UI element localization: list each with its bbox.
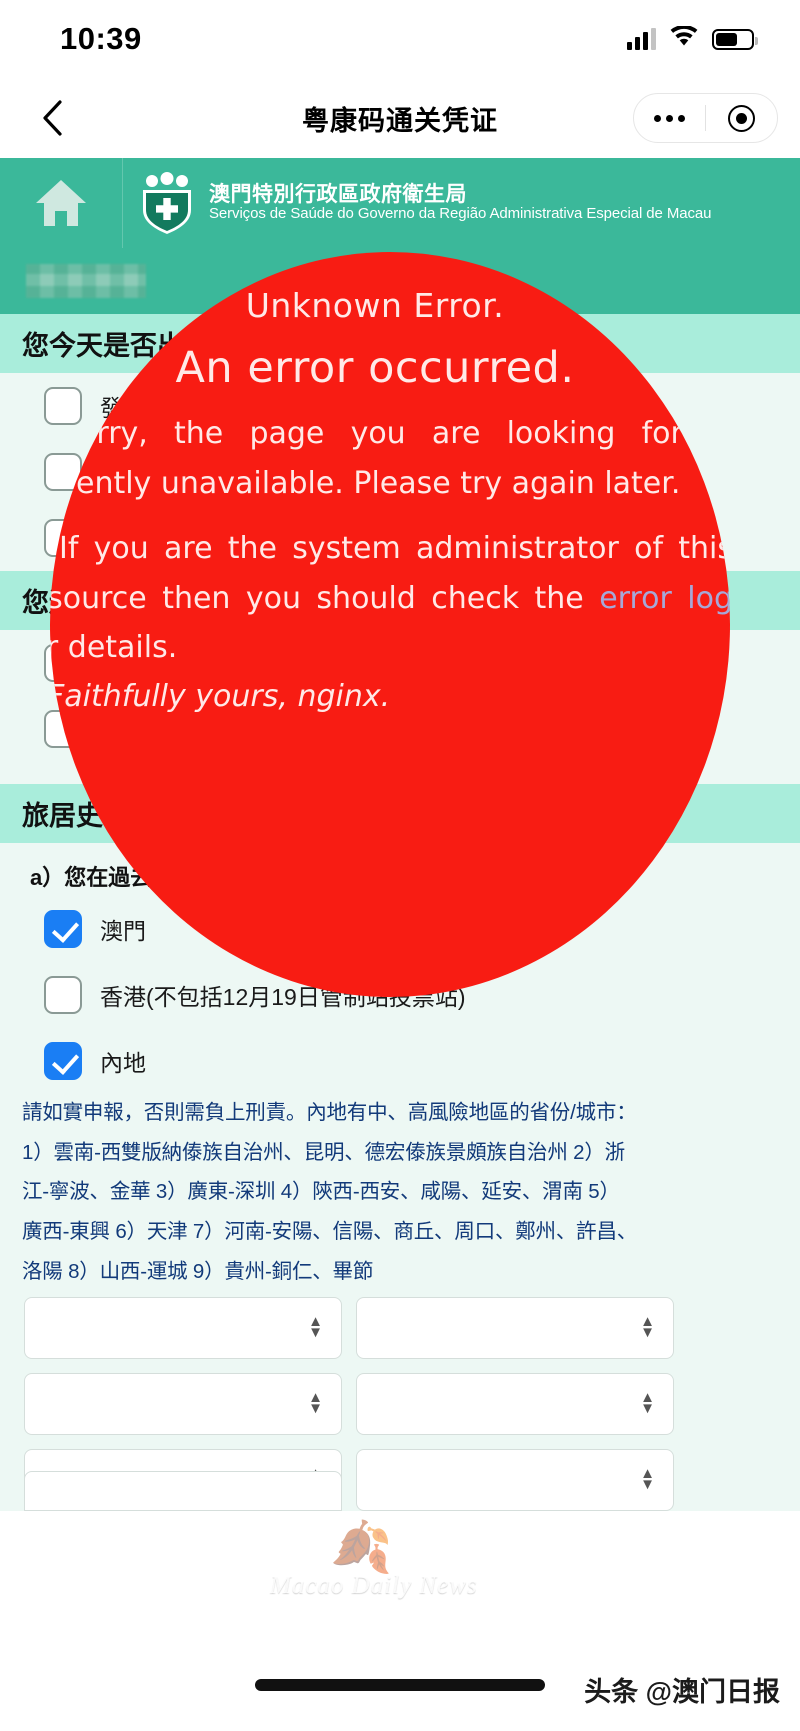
chevron-updown-icon: ▲▼ [640, 1465, 655, 1494]
list-item[interactable]: 否 [0, 696, 800, 762]
gov-title-pt: Serviços de Saúde do Governo da Região A… [209, 205, 712, 223]
list-item-label: 香港(不包括12月19日管制站投票站) [100, 984, 466, 1010]
checkbox-contact-yes[interactable] [44, 644, 82, 682]
list-item-label: 咳嗽、氣促、呼吸困難、咽喉痛或其他呼吸道症狀 [100, 461, 606, 487]
pixelated-redaction-icon [26, 264, 146, 298]
contact-heading: 您過去14天內有否接觸新型冠狀病毒肺炎確診病人？ [0, 571, 800, 630]
notice-line: 廣西-東興 6）天津 7）河南-安陽、信陽、商丘、周口、鄭州、許昌、 [22, 1220, 638, 1244]
battery-icon [712, 28, 758, 50]
symptoms-heading: 您今天是否出現以下症狀？ [0, 314, 800, 373]
travel-history-heading-text: 旅居史 [22, 801, 103, 831]
chevron-updown-icon: ▲▼ [640, 1313, 655, 1342]
location-select-1[interactable]: ▲ ▼ [24, 1296, 342, 1359]
notice-line: 洛陽 8）山西-運城 9）貴州-銅仁、畢節 [22, 1259, 374, 1283]
gov-title-cn: 澳門特別行政區政府衛生局 [209, 182, 467, 206]
checkbox-travel-mainland[interactable] [44, 1042, 82, 1080]
wifi-icon [669, 24, 699, 53]
status-time: 10:39 [60, 21, 142, 56]
target-close-icon[interactable] [706, 104, 777, 132]
chevron-updown-icon: ▲▼ [308, 1313, 323, 1342]
header-divider [122, 158, 123, 248]
source-attribution: 头条 @澳门日报 [584, 1677, 780, 1707]
notice-line: 江-寧波、金華 3）廣東-深圳 4）陝西-西安、咸陽、延安、渭南 5） [22, 1180, 620, 1204]
macao-daily-watermark: Macao Daily News [270, 1572, 478, 1599]
checkbox-contact-no[interactable] [44, 710, 82, 748]
checkbox-symptom-none[interactable] [44, 519, 82, 557]
list-item-label: 沒有以上症狀 [100, 527, 238, 553]
required-asterisk: * [103, 801, 114, 831]
checkbox-symptom-fever[interactable] [44, 387, 82, 425]
location-select-3[interactable]: ▲ ▼ [24, 1372, 342, 1435]
list-item[interactable]: 發燒 [0, 373, 800, 439]
location-select-2[interactable]: ▲ ▼ [356, 1296, 674, 1359]
list-item-label: 內地 [100, 1050, 146, 1076]
list-item-label: 澳門 [100, 918, 146, 944]
home-icon [36, 180, 86, 226]
list-item-label: 是 [100, 652, 123, 678]
user-name-bar [0, 248, 800, 314]
location-select-7[interactable] [24, 1470, 342, 1511]
list-item[interactable]: 沒有以上症狀 [0, 505, 800, 571]
health-bureau-shield-icon [143, 172, 191, 234]
notice-line: 1）雲南-西雙版納傣族自治州、昆明、德宏傣族景頗族自治州 2）浙 [22, 1140, 625, 1164]
list-item-label: 發燒 [100, 395, 146, 421]
chevron-updown-icon: ▲▼ [308, 1389, 323, 1418]
risk-area-notice: 請如實申報，否則需負上刑責。內地有中、高風險地區的省份/城市： 1）雲南-西雙版… [0, 1094, 800, 1293]
chevron-updown-icon: ▲▼ [640, 1389, 655, 1418]
list-item[interactable]: 澳門 [0, 896, 800, 962]
list-item[interactable]: 咳嗽、氣促、呼吸困難、咽喉痛或其他呼吸道症狀 [0, 439, 800, 505]
location-select-6[interactable]: ▲ ▼ [356, 1448, 674, 1511]
cellular-signal-icon [627, 28, 656, 50]
miniprogram-capsule [633, 93, 778, 143]
location-select-4[interactable]: ▲ ▼ [356, 1372, 674, 1435]
status-bar: 10:39 [0, 0, 800, 78]
nav-bar: 粤康码通关凭证 [0, 78, 800, 158]
home-indicator-bar[interactable] [255, 1679, 545, 1691]
list-item[interactable]: 是 [0, 630, 800, 696]
checkbox-travel-hongkong[interactable] [44, 976, 82, 1014]
travel-sub-question: a）您在過去14天曾旅行和居住的地方： [30, 865, 419, 890]
gov-header: 澳門特別行政區政府衛生局 Serviços de Saúde do Govern… [0, 158, 800, 248]
list-item[interactable]: 香港(不包括12月19日管制站投票站) [0, 962, 800, 1028]
checkbox-travel-macau[interactable] [44, 910, 82, 948]
form-body: 您今天是否出現以下症狀？ 發燒 咳嗽、氣促、呼吸困難、咽喉痛或其他呼吸道症狀 沒… [0, 248, 800, 1511]
back-chevron-icon[interactable] [30, 96, 74, 140]
status-icons [627, 24, 758, 53]
notice-line: 請如實申報，否則需負上刑責。內地有中、高風險地區的省份/城市： [22, 1101, 637, 1124]
gov-title-block: 澳門特別行政區政府衛生局 Serviços de Saúde do Govern… [209, 183, 711, 223]
travel-history-heading: 旅居史* [0, 784, 800, 843]
checkbox-symptom-respiratory[interactable] [44, 453, 82, 491]
list-item[interactable]: 內地 [0, 1028, 800, 1094]
list-item-label: 否 [100, 718, 123, 744]
home-button[interactable] [0, 158, 122, 248]
more-dots-icon[interactable] [634, 114, 705, 122]
leaf-watermark-icon: 🍂 [330, 1519, 393, 1575]
